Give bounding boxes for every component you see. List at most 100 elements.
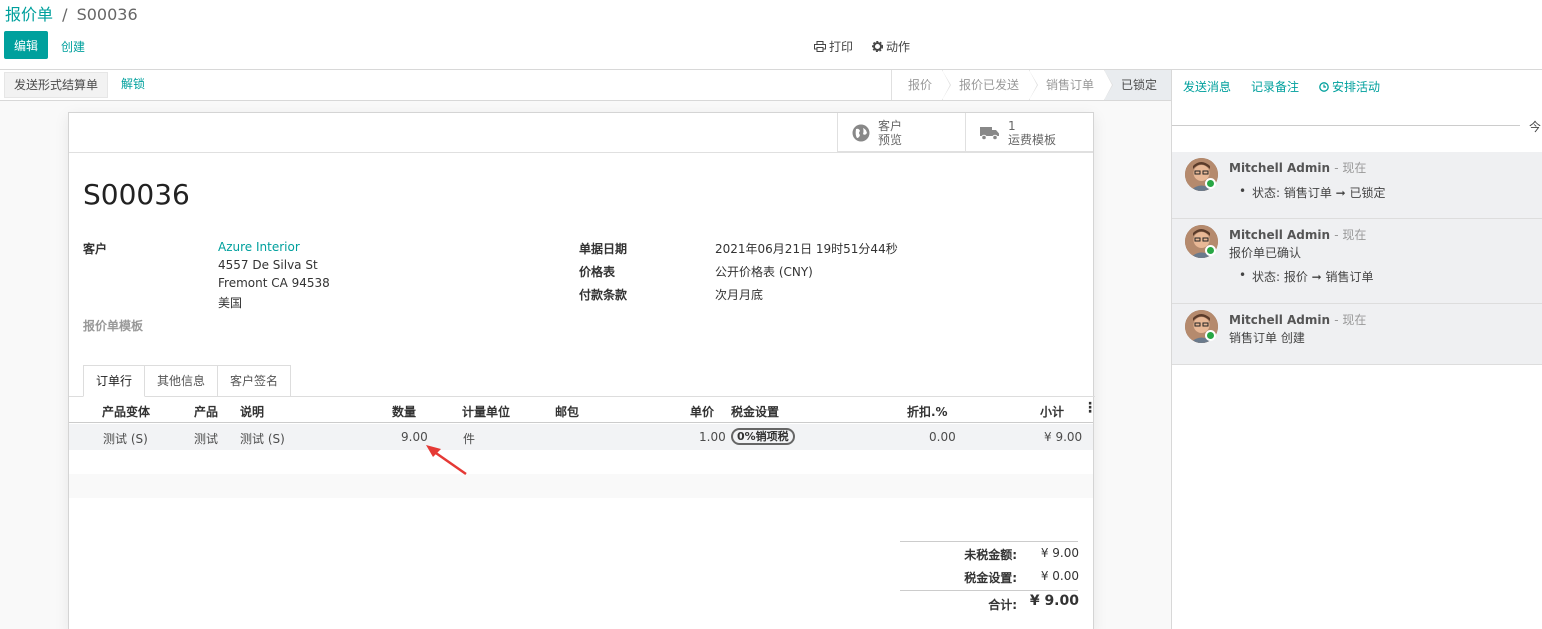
smart-button-box: 客户 预览 1 运费模板 <box>837 113 1093 152</box>
online-status-icon <box>1205 330 1216 341</box>
statusbar: 发送形式结算单 解锁 报价 报价已发送 销售订单 已锁定 <box>0 70 1171 101</box>
pricelist-label: 价格表 <box>579 265 616 279</box>
message-time: - 现在 <box>1334 228 1367 242</box>
annotation-arrow <box>426 445 467 476</box>
customer-address-line2: Fremont CA 94538 <box>218 276 330 290</box>
order-date-value: 2021年06月21日 19时51分44秒 <box>715 242 898 256</box>
edit-button[interactable]: 编辑 <box>4 31 48 59</box>
schedule-activity-button[interactable]: 安排活动 <box>1319 78 1380 95</box>
col-header-taxes[interactable]: 税金设置 <box>731 403 779 420</box>
pricelist-value: 公开价格表 (CNY) <box>715 265 813 279</box>
customer-address-line1: 4557 De Silva St <box>218 258 318 272</box>
cell-description: 测试 (S) <box>240 432 285 446</box>
shipping-template-button[interactable]: 1 运费模板 <box>965 113 1093 152</box>
tax-amount-value: ¥ 0.00 <box>1040 569 1079 583</box>
payment-terms-value: 次月月底 <box>715 288 764 302</box>
send-proforma-button[interactable]: 发送形式结算单 <box>4 72 109 98</box>
customer-preview-line1: 客户 <box>878 118 903 133</box>
status-step-locked: 已锁定 <box>1103 70 1171 100</box>
message-author[interactable]: Mitchell Admin - 现在 <box>1229 226 1366 243</box>
action-label: 动作 <box>886 40 911 54</box>
shipping-template-text: 1 运费模板 <box>1008 119 1056 147</box>
message-time: - 现在 <box>1334 313 1367 327</box>
cell-quantity: 9.00 <box>401 430 428 444</box>
cell-discount: 0.00 <box>929 430 956 444</box>
unlock-button[interactable]: 解锁 <box>112 70 154 100</box>
status-step-sales-order[interactable]: 销售订单 <box>1028 70 1113 100</box>
online-status-icon <box>1205 178 1216 189</box>
message-author[interactable]: Mitchell Admin - 现在 <box>1229 159 1366 176</box>
breadcrumb-separator: / <box>62 5 68 24</box>
empty-row <box>69 474 1093 498</box>
customer-link[interactable]: Azure Interior <box>218 240 300 254</box>
customer-preview-text: 客户 预览 <box>878 119 902 147</box>
col-header-quantity[interactable]: 数量 <box>392 403 416 420</box>
customer-label: 客户 <box>83 242 108 256</box>
chatter-message: Mitchell Admin - 现在 状态: 销售订单 ➞ 已锁定 <box>1172 152 1542 219</box>
tab-other-info[interactable]: 其他信息 <box>145 365 219 397</box>
breadcrumb-parent-link[interactable]: 报价单 <box>5 5 53 24</box>
col-header-uom[interactable]: 计量单位 <box>462 403 510 420</box>
send-message-button[interactable]: 发送消息 <box>1183 78 1231 95</box>
online-status-icon <box>1205 245 1216 256</box>
chatter-message: Mitchell Admin - 现在 报价单已确认 状态: 报价 ➞ 销售订单 <box>1172 219 1542 304</box>
cell-subtotal: ¥ 9.00 <box>1044 430 1083 444</box>
clock-icon <box>1319 81 1329 92</box>
totals-top-line <box>900 541 1078 542</box>
col-header-product[interactable]: 产品 <box>194 403 218 420</box>
totals-mid-line <box>900 590 1078 591</box>
chatter-date-label: 今 <box>1529 120 1542 134</box>
breadcrumb: 报价单 / S00036 <box>5 1 138 25</box>
quotation-template-label: 报价单模板 <box>83 319 144 333</box>
status-step-quotation-sent[interactable]: 报价已发送 <box>941 70 1038 100</box>
print-button[interactable]: 打印 <box>814 38 853 55</box>
message-author[interactable]: Mitchell Admin - 现在 <box>1229 311 1366 328</box>
shipping-template-count: 1 <box>1008 118 1016 133</box>
col-header-description[interactable]: 说明 <box>240 403 264 420</box>
notebook-tabs: 订单行 其他信息 客户签名 <box>83 365 292 397</box>
status-step-quotation[interactable]: 报价 <box>890 70 951 100</box>
print-label: 打印 <box>829 40 854 54</box>
col-header-unit-price[interactable]: 单价 <box>690 403 714 420</box>
button-box-divider <box>69 152 1093 153</box>
tab-customer-signature[interactable]: 客户签名 <box>218 365 292 397</box>
column-options-icon[interactable]: ⋮ <box>1083 400 1097 416</box>
status-steps: 报价 报价已发送 销售订单 已锁定 <box>890 70 1171 100</box>
form-sheet: 客户 预览 1 运费模板 S00036 客户 Azure Interior 45… <box>68 112 1097 629</box>
cell-variant: 测试 (S) <box>103 432 148 446</box>
message-body: 销售订单 创建 <box>1229 331 1305 345</box>
message-body: 报价单已确认 <box>1229 246 1302 260</box>
customer-preview-line2: 预览 <box>878 132 903 147</box>
total-value: ¥ 9.00 <box>1029 593 1079 609</box>
globe-icon <box>852 124 870 141</box>
print-icon <box>814 41 826 52</box>
chatter-date-separator <box>1172 125 1520 126</box>
cell-product: 测试 <box>194 432 219 446</box>
gear-icon <box>872 41 883 52</box>
col-header-variant[interactable]: 产品变体 <box>102 403 150 420</box>
table-header: 产品变体 产品 说明 数量 计量单位 邮包 单价 税金设置 折扣.% 小计 ⋮ <box>69 397 1097 423</box>
payment-terms-label: 付款条款 <box>579 288 628 302</box>
shipping-template-label: 运费模板 <box>1008 132 1057 147</box>
customer-country: 美国 <box>218 296 243 310</box>
empty-row <box>69 450 1093 474</box>
col-header-subtotal[interactable]: 小计 <box>1040 403 1064 420</box>
chatter-message: Mitchell Admin - 现在 销售订单 创建 <box>1172 304 1542 365</box>
message-tracking: 状态: 销售订单 ➞ 已锁定 <box>1239 184 1386 201</box>
breadcrumb-current: S00036 <box>76 5 138 24</box>
log-note-button[interactable]: 记录备注 <box>1251 78 1299 95</box>
tax-badge: 0%销项税 <box>731 428 795 445</box>
record-title: S00036 <box>83 178 190 211</box>
create-button[interactable]: 创建 <box>61 38 85 55</box>
action-button[interactable]: 动作 <box>872 38 910 55</box>
col-header-discount[interactable]: 折扣.% <box>907 403 948 420</box>
col-header-package[interactable]: 邮包 <box>555 403 579 420</box>
cell-unit-price: 1.00 <box>699 430 726 444</box>
message-tracking: 状态: 报价 ➞ 销售订单 <box>1239 268 1373 285</box>
chatter: 发送消息 记录备注 安排活动 今 Mitchell Admin - 现在 状态:… <box>1171 70 1542 629</box>
table-row[interactable]: 测试 (S) 测试 测试 (S) 9.00 件 1.00 0%销项税 0.00 … <box>69 424 1093 450</box>
customer-preview-button[interactable]: 客户 预览 <box>837 113 965 152</box>
message-time: - 现在 <box>1334 161 1367 175</box>
tab-order-lines[interactable]: 订单行 <box>83 365 146 397</box>
truck-icon <box>980 126 999 140</box>
